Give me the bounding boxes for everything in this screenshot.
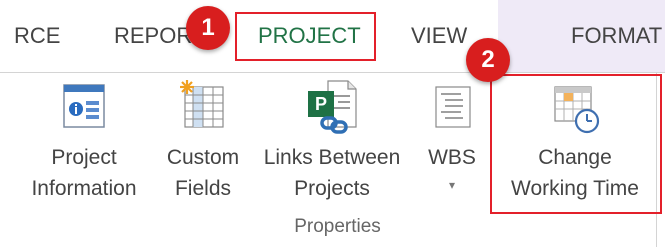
custom-fields-label-line2: Fields bbox=[174, 177, 232, 200]
links-between-projects-label-line1: Links Between bbox=[263, 146, 401, 169]
custom-fields-label-line1: Custom bbox=[166, 146, 240, 169]
change-working-time-highlight-box bbox=[490, 74, 662, 214]
links-between-projects-label-line2: Projects bbox=[294, 177, 370, 200]
tab-format[interactable]: FORMAT bbox=[571, 23, 662, 49]
custom-fields-button[interactable]: Custom Fields bbox=[158, 73, 248, 213]
tab-source[interactable]: RCE bbox=[14, 23, 60, 49]
links-between-projects-button[interactable]: P Links Between Projects bbox=[252, 73, 412, 213]
project-information-label-line1: Project bbox=[51, 146, 117, 169]
step-badge-1: 1 bbox=[186, 6, 230, 50]
tab-report[interactable]: REPOR bbox=[114, 23, 192, 49]
step-badge-2: 2 bbox=[466, 38, 510, 82]
project-information-label-line2: Information bbox=[31, 177, 137, 200]
links-between-projects-icon: P bbox=[308, 80, 357, 134]
svg-text:P: P bbox=[315, 94, 327, 114]
wbs-label: WBS bbox=[428, 146, 476, 169]
project-tab-highlight-box bbox=[235, 12, 376, 61]
wbs-button[interactable]: WBS ▾ bbox=[414, 73, 490, 213]
project-information-icon bbox=[63, 84, 105, 128]
wbs-dropdown-caret[interactable]: ▾ bbox=[414, 178, 490, 192]
tab-view[interactable]: VIEW bbox=[411, 23, 467, 49]
project-information-button[interactable]: Project Information bbox=[14, 73, 154, 213]
properties-group-label: Properties bbox=[294, 216, 381, 237]
custom-fields-icon bbox=[180, 80, 224, 128]
wbs-icon bbox=[435, 86, 471, 128]
